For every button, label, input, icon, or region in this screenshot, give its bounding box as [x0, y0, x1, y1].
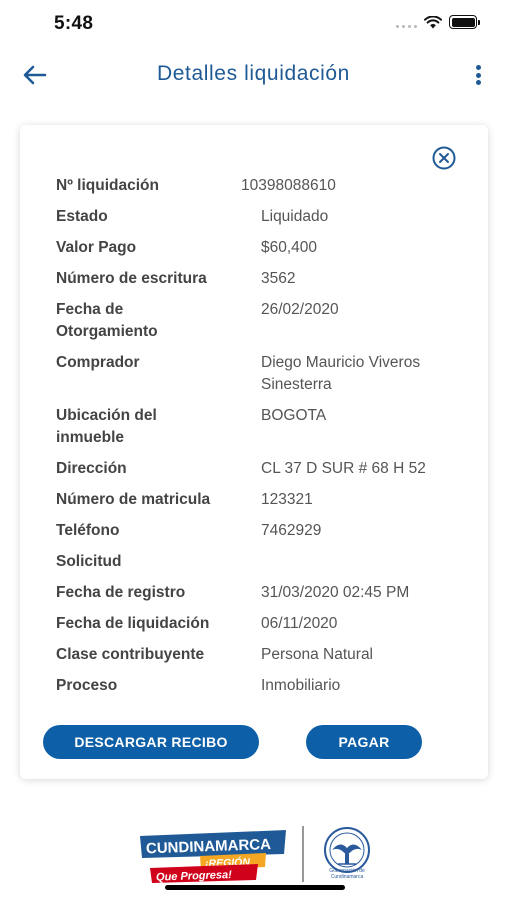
detail-value: 10398088610 — [241, 177, 336, 194]
more-vertical-icon — [475, 65, 481, 70]
pay-button[interactable]: PAGAR — [306, 725, 422, 759]
detail-value: 3562 — [261, 270, 296, 287]
detail-label: Fecha de registro — [56, 584, 186, 601]
detail-label: Fecha de Otorgamiento — [56, 301, 158, 340]
detail-row-fecha-registro: Fecha de registro 31/03/2020 02:45 PM — [56, 582, 466, 604]
detail-label: Nº liquidación — [56, 177, 159, 194]
detail-label: Solicitud — [56, 553, 122, 570]
detail-label: Ubicación del inmueble — [56, 407, 157, 446]
detail-label: Comprador — [56, 354, 140, 371]
gobernacion-caption: Gobernación de Cundinamarca — [329, 868, 365, 880]
detail-value: CL 37 D SUR # 68 H 52 — [261, 460, 426, 477]
close-circle-icon — [432, 146, 456, 170]
detail-row-comprador: Comprador Diego Mauricio Viveros Sineste… — [56, 352, 466, 396]
detail-value: BOGOTA — [261, 407, 327, 424]
detail-label: Teléfono — [56, 522, 120, 539]
detail-row-clase-contribuyente: Clase contribuyente Persona Natural — [56, 644, 466, 666]
detail-row-valor-pago: Valor Pago $60,400 — [56, 237, 466, 259]
detail-row-solicitud: Solicitud — [56, 551, 466, 573]
screen: 5:48 Detalles liquidación Nº liquidación… — [0, 0, 507, 900]
detail-row-fecha-liquidacion: Fecha de liquidación 06/11/2020 — [56, 613, 466, 635]
detail-value: 123321 — [261, 491, 313, 508]
footer-logos: CUNDINAMARCA ¡REGIÓN Que Progresa! Gober… — [0, 818, 507, 888]
close-button[interactable] — [432, 146, 456, 170]
battery-icon — [449, 15, 480, 29]
status-bar: 5:48 — [0, 0, 507, 44]
detail-row-direccion: Dirección CL 37 D SUR # 68 H 52 — [56, 458, 466, 480]
detail-value: Persona Natural — [261, 646, 374, 663]
detail-value: Inmobiliario — [261, 677, 341, 694]
detail-value: 7462929 — [261, 522, 322, 539]
detail-label: Valor Pago — [56, 239, 137, 256]
detail-value: Diego Mauricio Viveros Sinesterra — [261, 354, 421, 393]
detail-label: Proceso — [56, 677, 118, 694]
detail-value: Liquidado — [261, 208, 329, 225]
detail-label: Dirección — [56, 460, 127, 477]
detail-value — [261, 551, 466, 573]
detail-label: Número de escritura — [56, 270, 207, 287]
detail-row-ubicacion: Ubicación del inmueble BOGOTA — [56, 405, 466, 449]
detail-label: Fecha de liquidación — [56, 615, 210, 632]
detail-label: Número de matricula — [56, 491, 211, 508]
detail-row-matricula: Número de matricula 123321 — [56, 489, 466, 511]
logo-divider — [302, 826, 304, 882]
cellular-signal-icon — [396, 16, 417, 28]
more-options-button[interactable] — [471, 61, 485, 89]
download-receipt-button[interactable]: DESCARGAR RECIBO — [43, 725, 259, 759]
detail-label: Estado — [56, 208, 108, 225]
detail-value: $60,400 — [261, 239, 318, 256]
detail-row-telefono: Teléfono 7462929 — [56, 520, 466, 542]
status-icons — [396, 15, 480, 29]
detail-list: Nº liquidación 10398088610 Estado Liquid… — [56, 175, 466, 697]
detail-value: 26/02/2020 — [261, 301, 339, 318]
detail-row-proceso: Proceso Inmobiliario — [56, 675, 466, 697]
detail-value: 06/11/2020 — [261, 615, 338, 632]
cundinamarca-region-logo: CUNDINAMARCA ¡REGIÓN Que Progresa! — [140, 830, 286, 884]
detail-row-liquidacion: Nº liquidación 10398088610 — [56, 175, 466, 197]
detail-row-estado: Estado Liquidado — [56, 206, 466, 228]
liquidation-detail-card: Nº liquidación 10398088610 Estado Liquid… — [20, 125, 488, 779]
app-header: Detalles liquidación — [0, 44, 507, 104]
detail-label: Clase contribuyente — [56, 646, 205, 663]
wifi-icon — [424, 15, 442, 28]
home-indicator[interactable] — [165, 885, 345, 890]
status-time: 5:48 — [54, 13, 94, 34]
detail-value: 31/03/2020 02:45 PM — [261, 584, 410, 601]
detail-row-escritura: Número de escritura 3562 — [56, 268, 466, 290]
page-title: Detalles liquidación — [157, 62, 350, 85]
svg-text:Que Progresa!: Que Progresa! — [156, 869, 233, 884]
detail-row-fecha-otorgamiento: Fecha de Otorgamiento 26/02/2020 — [56, 299, 466, 343]
